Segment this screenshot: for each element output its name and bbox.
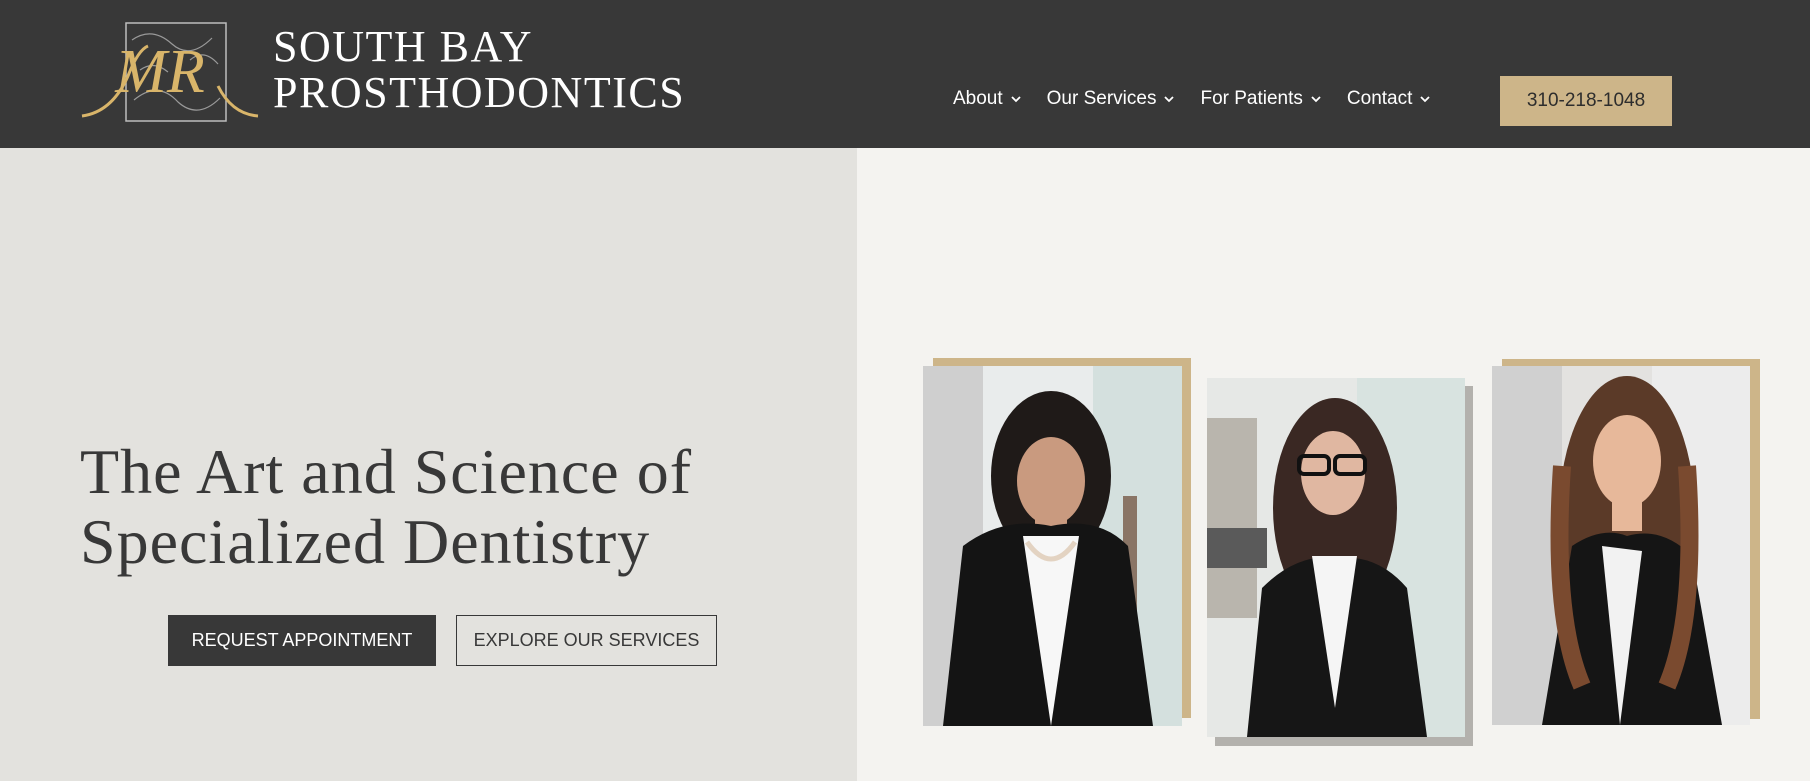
hero-headline-line1: The Art and Science of xyxy=(80,436,692,507)
hero-headline-line2: Specialized Dentistry xyxy=(80,506,651,577)
chevron-down-icon xyxy=(1011,96,1021,103)
brand-name-line1: SOUTH BAY xyxy=(273,22,534,71)
nav-item-label: About xyxy=(953,88,1003,109)
chevron-down-icon xyxy=(1420,96,1431,103)
nav-item-our-services[interactable]: Our Services xyxy=(1047,88,1177,110)
nav-item-contact[interactable]: Contact xyxy=(1347,88,1432,110)
svg-text:MR: MR xyxy=(114,38,205,106)
nav-item-label: Our Services xyxy=(1046,88,1157,109)
nav-item-about[interactable]: About xyxy=(953,88,1023,110)
main-nav: About Our Services For Patients Contact xyxy=(953,88,1456,110)
phone-button[interactable]: 310-218-1048 xyxy=(1500,76,1672,126)
doctor-photo-1 xyxy=(923,366,1182,726)
site-header: MR SOUTH BAY PROSTHODONTICS About Our Se… xyxy=(0,0,1810,148)
chevron-down-icon xyxy=(1164,96,1175,103)
chevron-down-icon xyxy=(1311,96,1321,103)
nav-item-label: Contact xyxy=(1346,88,1413,109)
brand-name-line2: PROSTHODONTICS xyxy=(273,68,686,117)
nav-item-label: For Patients xyxy=(1200,88,1303,109)
hero-headline: The Art and Science of Specialized Denti… xyxy=(80,437,692,577)
logo-monogram[interactable]: MR xyxy=(80,20,260,124)
doctor-photo-3 xyxy=(1492,366,1750,725)
request-appointment-button[interactable]: REQUEST APPOINTMENT xyxy=(168,615,436,666)
doctor-photo-2 xyxy=(1207,378,1465,737)
nav-item-for-patients[interactable]: For Patients xyxy=(1200,88,1322,110)
explore-services-button[interactable]: EXPLORE OUR SERVICES xyxy=(456,615,717,666)
brand-name[interactable]: SOUTH BAY PROSTHODONTICS xyxy=(273,24,685,116)
